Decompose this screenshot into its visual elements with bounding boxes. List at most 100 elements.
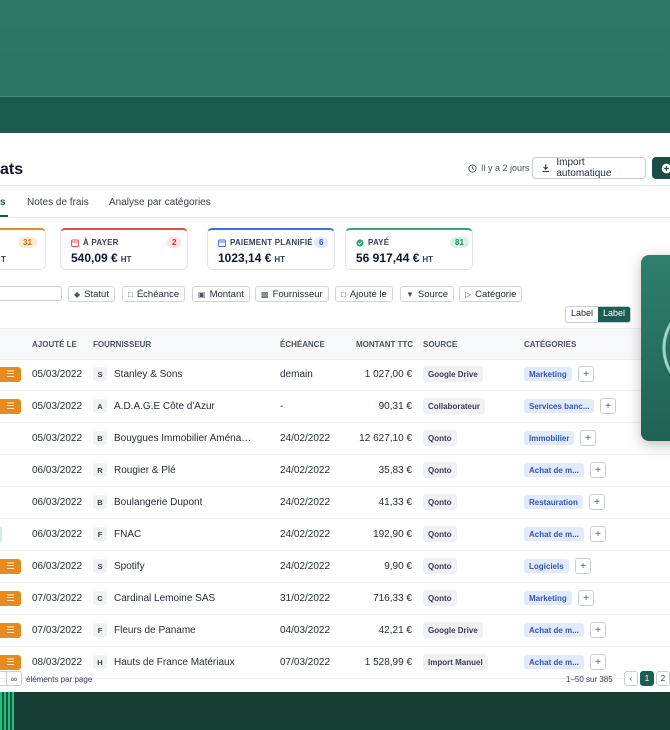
filter-due-date[interactable]: □ Échéance	[122, 286, 186, 302]
row-added-date: 06/03/2022	[32, 529, 83, 540]
prev-page-button[interactable]: ‹	[624, 671, 638, 686]
add-category-button[interactable]: +	[575, 558, 591, 574]
card-to-pay-count: 2	[167, 237, 182, 248]
search-input[interactable]	[0, 286, 62, 301]
row-category-badge[interactable]: Restauration	[524, 495, 583, 509]
import-automatic-button[interactable]: Import automatique	[532, 157, 646, 179]
add-category-button[interactable]: +	[578, 590, 594, 606]
card-to-pay[interactable]: À PAYER 2 540,09 € HT	[60, 228, 188, 270]
row-amount: 716,33 €	[373, 593, 412, 604]
filter-bar: ◆ Statut □ Échéance ▣ Montant ▩ Fournisseur …	[0, 285, 670, 303]
table-row[interactable]: 05/03/2022 B Bouygues Immobilier Aménag...…	[0, 423, 670, 455]
row-supplier: Fleurs de Paname	[114, 625, 196, 636]
last-sync: Il y a 2 jours	[468, 163, 530, 173]
page-2-button[interactable]: 2	[656, 671, 670, 686]
table-row[interactable]: ☰ 07/03/2022 C Cardinal Lemoine SAS 31/02/20…	[0, 583, 670, 615]
list-icon[interactable]: ☰	[0, 591, 21, 606]
row-source-badge: Qonto	[423, 526, 457, 542]
filter-source[interactable]: ▼ Source	[400, 286, 455, 302]
add-button[interactable]	[652, 157, 670, 179]
plus-circle-icon	[661, 163, 670, 173]
tab-category-analysis[interactable]: Analyse par catégories	[109, 197, 211, 208]
pagination-range: 1–50 sur 385	[566, 675, 613, 684]
decorative-edge	[0, 692, 14, 730]
add-category-button[interactable]: +	[600, 398, 616, 414]
add-category-button[interactable]: +	[578, 366, 594, 382]
row-added-date: 05/03/2022	[32, 433, 83, 444]
row-category-badge[interactable]: Services banc...	[524, 399, 595, 413]
row-due-date: 24/02/2022	[280, 497, 331, 508]
supplier-avatar: R	[93, 463, 107, 477]
row-amount: 192,90 €	[373, 529, 412, 540]
col-added[interactable]: AJOUTÉ LE	[32, 340, 77, 349]
col-due[interactable]: ÉCHÉANCE	[280, 340, 325, 349]
row-source-badge: Qonto	[423, 558, 457, 574]
card-to-pay-unit: HT	[120, 255, 132, 264]
table-body: ☰ 05/03/2022 S Stanley & Sons demain 1 027,00…	[0, 359, 670, 679]
filter-amount[interactable]: ▣ Montant	[192, 286, 250, 302]
col-amount[interactable]: MONTANT TTC	[356, 340, 413, 349]
chevron-left-icon: ‹	[629, 674, 633, 683]
last-sync-text: Il y a 2 jours	[481, 163, 530, 173]
row-due-date: demain	[280, 369, 313, 380]
table-row[interactable]: ☰ 05/03/2022 S Stanley & Sons demain 1 027,00…	[0, 359, 670, 391]
add-category-button[interactable]: +	[590, 622, 606, 638]
table-row[interactable]: 06/03/2022 F FNAC 24/02/2022 192,90 € Qonto Ac…	[0, 519, 670, 551]
tab-purchases[interactable]: s	[0, 197, 6, 208]
supplier-avatar: B	[93, 495, 107, 509]
list-icon[interactable]: ☰	[0, 399, 21, 414]
col-source[interactable]: SOURCE	[423, 340, 457, 349]
add-category-button[interactable]: +	[580, 430, 596, 446]
table-row[interactable]: ☰ 06/03/2022 S Spotify 24/02/2022 9,90 € Qonto…	[0, 551, 670, 583]
filter-added-date[interactable]: □ Ajouté le	[335, 286, 393, 302]
funnel-icon: ▼	[406, 289, 414, 299]
list-icon[interactable]: ☰	[0, 367, 21, 382]
col-supplier[interactable]: FOURNISSEUR	[93, 340, 151, 349]
label-toggle-off[interactable]: Label	[566, 307, 598, 322]
add-category-button[interactable]: +	[589, 494, 605, 510]
row-category-badge[interactable]: Logiciels	[524, 559, 569, 573]
filter-category[interactable]: ▷ Catégorie	[459, 286, 523, 302]
list-icon[interactable]: ☰	[0, 623, 21, 638]
per-page-infinite[interactable]: ∞	[6, 671, 22, 686]
row-category-badge[interactable]: Achat de m...	[524, 623, 584, 637]
row-due-date: 24/02/2022	[280, 465, 331, 476]
row-category-badge[interactable]: Marketing	[524, 367, 572, 381]
table-row[interactable]: 06/03/2022 R Rougier & Plé 24/02/2022 35,83 …	[0, 455, 670, 487]
label-toggle-on[interactable]: Label	[598, 307, 631, 322]
add-category-button[interactable]: +	[590, 526, 606, 542]
row-amount: 90,31 €	[378, 401, 412, 412]
row-added-date: 05/03/2022	[32, 369, 83, 380]
add-category-button[interactable]: +	[590, 462, 606, 478]
tab-expense-notes[interactable]: Notes de frais	[27, 197, 89, 208]
filter-status[interactable]: ◆ Statut	[68, 286, 115, 302]
page-1-button[interactable]: 1	[640, 671, 654, 686]
row-due-date: 24/02/2022	[280, 529, 331, 540]
row-supplier: Stanley & Sons	[114, 369, 183, 380]
filter-supplier[interactable]: ▩ Fournisseur	[255, 286, 329, 302]
table-row[interactable]: ☰ 05/03/2022 A A.D.A.G.E Côte d'Azur - 90,31 …	[0, 391, 670, 423]
page-title: ats	[0, 161, 24, 178]
col-categories[interactable]: CATÉGORIES	[524, 340, 576, 349]
row-category-badge[interactable]: Achat de m...	[524, 463, 584, 477]
label-toggle[interactable]: Label Label	[565, 306, 632, 323]
row-category-badge[interactable]: Marketing	[524, 591, 572, 605]
background-band-bottom	[0, 692, 670, 730]
history-icon	[468, 163, 477, 173]
supplier-avatar: F	[93, 527, 107, 541]
table-row[interactable]: 06/03/2022 B Boulangerie Dupont 24/02/2022 4…	[0, 487, 670, 519]
card-paid[interactable]: PAYÉ 81 56 917,44 € HT	[345, 228, 473, 270]
row-category-badge[interactable]: Achat de m...	[524, 527, 584, 541]
card-planned-payment[interactable]: PAIEMENT PLANIFIÉ 6 1023,14 € HT	[207, 228, 335, 270]
check-circle-icon	[356, 238, 364, 247]
card-paid-amount: 56 917,44 €	[356, 251, 420, 265]
row-amount: 1 027,00 €	[364, 369, 412, 380]
row-category-badge[interactable]: Immobilier	[524, 431, 575, 445]
table-row[interactable]: ☰ 07/03/2022 F Fleurs de Paname 04/03/2022 42…	[0, 615, 670, 647]
list-icon[interactable]: ☰	[0, 559, 21, 574]
building-icon: ▩	[261, 289, 269, 299]
card-pending[interactable]: 31 T	[0, 228, 46, 270]
card-pending-count: 31	[18, 237, 37, 248]
app-panel: ats Il y a 2 jours Import automatique s …	[0, 133, 670, 692]
card-paid-count: 81	[450, 237, 469, 248]
